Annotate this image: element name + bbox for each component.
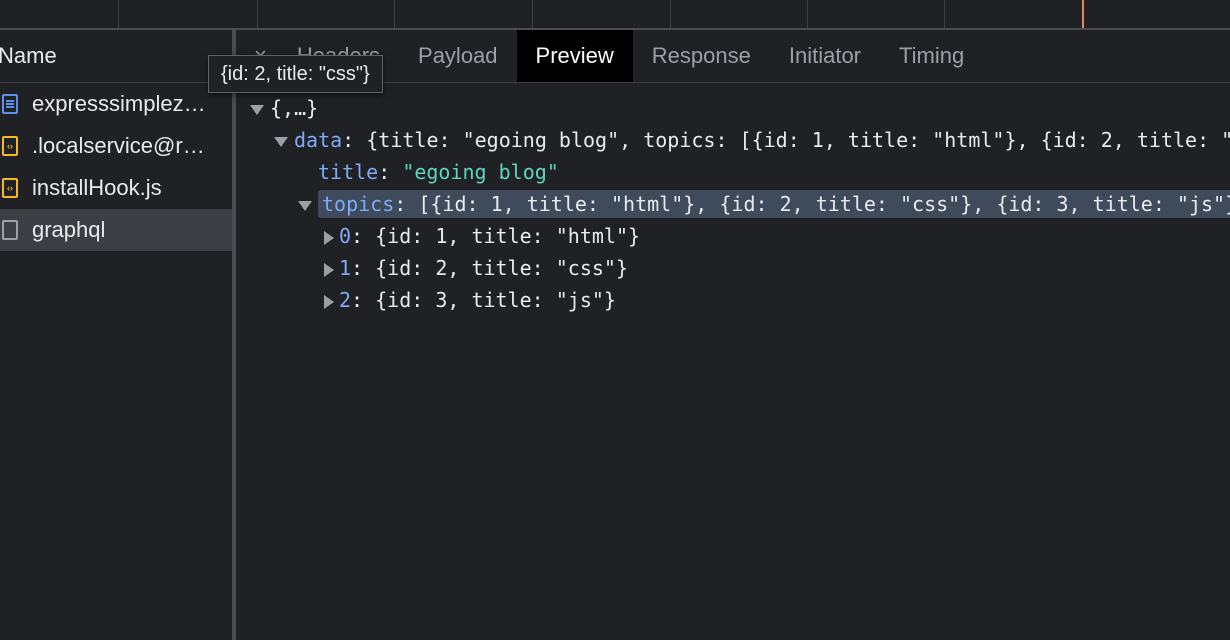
request-name: graphql	[32, 217, 106, 242]
tree-topic-item[interactable]: 0: {id: 1, title: "html"}	[236, 220, 1230, 252]
tree-root-summary: {,…}	[270, 96, 319, 120]
tree-value-summary: {id: 2, title: "css"}	[375, 256, 629, 280]
tree-hover-highlight: topics: [{id: 1, title: "html"}, {id: 2,…	[318, 190, 1230, 218]
tree-value-summary: [{id: 1, title: "html"}, {id: 2, title: …	[418, 192, 1230, 216]
tree-key: title	[318, 160, 379, 184]
tab-initiator[interactable]: Initiator	[770, 30, 880, 82]
tree-value-summary: {title: "egoing blog", topics: [{id: 1, …	[366, 128, 1230, 152]
timeline-load-marker	[1082, 0, 1084, 28]
request-name: expresssimplez…	[32, 91, 206, 116]
expand-triangle-icon[interactable]	[274, 136, 288, 147]
request-row-selected[interactable]: graphql	[0, 209, 232, 251]
tab-payload[interactable]: Payload	[399, 30, 517, 82]
tree-index-key: 2	[339, 288, 352, 312]
timeline-gridline	[257, 0, 258, 28]
tree-root-row[interactable]: {,…}	[236, 92, 1230, 124]
collapsed-triangle-icon[interactable]	[324, 230, 334, 245]
xhr-file-icon	[2, 220, 18, 240]
tree-key: topics	[322, 192, 395, 216]
request-row[interactable]: ‹› .localservice@r…	[0, 125, 232, 167]
details-tabbar: × Headers Payload Preview Response Initi…	[236, 30, 1230, 83]
tree-value-summary: {id: 1, title: "html"}	[375, 224, 641, 248]
request-details: × Headers Payload Preview Response Initi…	[236, 30, 1230, 640]
request-name: installHook.js	[32, 175, 162, 200]
name-column-header[interactable]: Name	[0, 30, 232, 83]
tree-value-summary: {id: 3, title: "js"}	[375, 288, 616, 312]
tab-timing[interactable]: Timing	[880, 30, 983, 82]
json-preview-tree: {,…} data: {title: "egoing blog", topics…	[236, 92, 1230, 316]
request-row[interactable]: ‹› installHook.js	[0, 167, 232, 209]
tree-index-key: 1	[339, 256, 352, 280]
timeline-gridline	[670, 0, 671, 28]
script-file-icon: ‹›	[2, 136, 18, 156]
timeline-gridline	[532, 0, 533, 28]
document-file-icon	[2, 94, 18, 114]
collapsed-triangle-icon[interactable]	[324, 262, 334, 277]
tree-index-key: 0	[339, 224, 352, 248]
timeline-gridline	[394, 0, 395, 28]
tree-key: data	[294, 128, 343, 152]
devtools-network-panel: Name expresssimplez… ‹› .localservice@r……	[0, 0, 1230, 640]
script-file-icon: ‹›	[2, 178, 18, 198]
expand-triangle-icon[interactable]	[250, 104, 264, 115]
tree-data-row[interactable]: data: {title: "egoing blog", topics: [{i…	[236, 124, 1230, 156]
timeline-gridline	[944, 0, 945, 28]
tree-title-row[interactable]: title: "egoing blog"	[236, 156, 1230, 188]
hover-tooltip: {id: 2, title: "css"}	[208, 55, 383, 93]
expand-triangle-icon[interactable]	[298, 200, 312, 211]
name-column-header-label: Name	[0, 43, 57, 68]
tab-preview[interactable]: Preview	[516, 30, 633, 82]
request-row[interactable]: expresssimplez…	[0, 83, 232, 125]
tree-topic-item[interactable]: 1: {id: 2, title: "css"}	[236, 252, 1230, 284]
tree-topics-row[interactable]: topics: [{id: 1, title: "html"}, {id: 2,…	[236, 188, 1230, 220]
tree-topic-item[interactable]: 2: {id: 3, title: "js"}	[236, 284, 1230, 316]
request-list: Name expresssimplez… ‹› .localservice@r……	[0, 30, 236, 640]
tree-string-value: "egoing blog"	[402, 160, 559, 184]
timeline-gridline	[118, 0, 119, 28]
collapsed-triangle-icon[interactable]	[324, 294, 334, 309]
timeline-gridline	[807, 0, 808, 28]
network-timeline-strip[interactable]	[0, 0, 1230, 30]
request-name: .localservice@r…	[32, 133, 205, 158]
tab-response[interactable]: Response	[633, 30, 770, 82]
